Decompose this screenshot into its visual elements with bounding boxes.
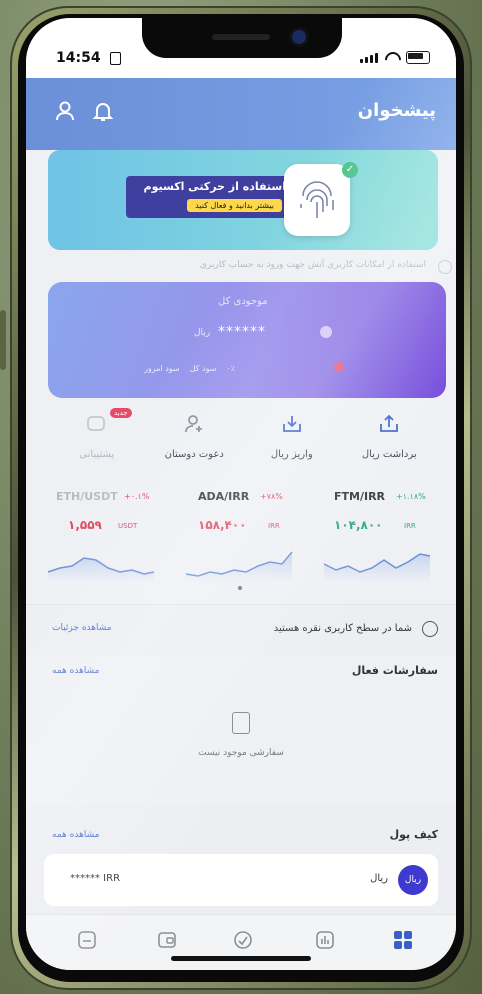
market-pair: FTM/IRR (334, 490, 386, 503)
balance-stats: سود امروز سود کل ۰٪ (144, 364, 235, 373)
action-label: دعوت دوستان (164, 449, 224, 460)
market-price: ۱۵۸,۴۰۰ (198, 518, 247, 532)
download-icon (282, 416, 301, 432)
dashboard-icon[interactable] (392, 929, 414, 951)
wallet-row-rial[interactable]: ریال ریال ****** IRR (44, 854, 438, 906)
speaker-grille (212, 34, 270, 40)
orders-empty-text: سفارشی موجود نیست (198, 748, 284, 758)
market-icon[interactable] (314, 929, 336, 951)
banner-note: استفاده از امکانات کاربری آتش جهت ورود ب… (66, 260, 452, 276)
phone-side-button (0, 310, 6, 370)
pager-dot (238, 586, 242, 590)
market-unit: IRR (268, 522, 280, 530)
market-ticker: FTM/IRR +۱.۱۸% ۱۰۴,۸۰۰ IRR ADA/IRR +۷۸% … (26, 484, 456, 592)
user-level-text: شما در سطح کاربری نقره هستید (273, 623, 412, 634)
market-unit: USDT (118, 522, 138, 530)
balance-card: موجودی کل ****** ریال سود امروز سود کل ۰… (48, 282, 446, 398)
home-indicator (171, 956, 311, 961)
phone-screen: 14:54 پیشخوان استفاده از حرکتی اکسیوم بی… (26, 18, 456, 970)
rial-coin-icon: ریال (398, 865, 428, 895)
battery-icon (406, 51, 430, 64)
market-card-ada[interactable]: ADA/IRR +۷۸% ۱۵۸,۴۰۰ IRR (176, 484, 306, 592)
action-label: واریز ریال (270, 449, 313, 460)
sparkline-ada (185, 551, 293, 582)
balance-stat: ۰٪ (226, 364, 235, 373)
balance-currency: ریال (194, 328, 211, 338)
action-label: برداشت ریال (361, 449, 417, 460)
action-invite[interactable]: دعوت دوستان (146, 410, 244, 466)
sim-icon (110, 52, 121, 65)
market-change: +۷۸% (260, 492, 283, 501)
active-orders-section: سفارشات فعال مشاهده همه سفارشی موجود نیس… (26, 654, 456, 804)
info-icon (422, 621, 438, 637)
signal-icon (360, 52, 378, 63)
promo-card: استفاده از حرکتی اکسیوم بیشتر بدانید و ف… (126, 176, 296, 218)
balance-stat: سود کل (189, 364, 217, 373)
check-icon: ✓ (342, 162, 358, 178)
wallet-view-all-link[interactable]: مشاهده همه (52, 830, 99, 840)
user-add-icon (185, 415, 203, 433)
level-details-link[interactable]: مشاهده جزئیات (52, 623, 112, 633)
info-icon (438, 260, 452, 274)
wallet-amount: ****** IRR (70, 873, 121, 884)
promo-banner[interactable]: استفاده از حرکتی اکسیوم بیشتر بدانید و ف… (48, 150, 438, 250)
market-price: ۱,۵۵۹ (68, 518, 102, 532)
sparkline-eth (47, 557, 155, 582)
market-card-eth[interactable]: ETH/USDT +۰.۱% ۱,۵۵۹ USDT (38, 484, 168, 592)
action-support[interactable]: جدید پشتیبانی (48, 408, 146, 466)
new-badge: جدید (110, 408, 132, 418)
market-change: +۱.۱۸% (396, 492, 426, 501)
document-icon (232, 712, 250, 734)
fingerprint-icon (300, 181, 334, 218)
chat-icon (86, 416, 105, 431)
eye-icon[interactable] (320, 326, 332, 338)
balance-label: موجودی کل (218, 296, 268, 307)
page-title: پیشخوان (357, 100, 436, 121)
sparkline-ftm (323, 553, 431, 582)
wallet-section: کیف پول مشاهده همه ریال ریال ****** IRR (26, 804, 456, 914)
promo-pill: بیشتر بدانید و فعال کنید (187, 199, 282, 212)
status-dot-icon (334, 362, 344, 372)
action-withdraw[interactable]: برداشت ریال (341, 410, 439, 466)
market-pair: ADA/IRR (198, 490, 250, 503)
user-level-bar[interactable]: شما در سطح کاربری نقره هستید مشاهده جزئی… (26, 604, 456, 655)
market-change: +۰.۱% (124, 492, 150, 501)
upload-icon (380, 414, 399, 432)
balance-value: ****** (218, 324, 266, 340)
market-price: ۱۰۴,۸۰۰ (334, 518, 383, 532)
notification-bell-icon[interactable] (90, 98, 116, 124)
wifi-icon (384, 52, 400, 63)
fingerprint-card (284, 164, 350, 236)
bottom-nav (26, 914, 456, 970)
wallet-coin-name: ریال (370, 873, 388, 884)
exchange-icon[interactable] (232, 929, 254, 951)
front-camera (292, 30, 306, 44)
wallet-icon[interactable] (156, 929, 178, 951)
action-deposit[interactable]: واریز ریال (243, 410, 341, 466)
active-orders-title: سفارشات فعال (351, 664, 438, 677)
wallet-title: کیف پول (389, 828, 438, 841)
status-time: 14:54 (56, 50, 101, 66)
promo-headline: استفاده از حرکتی اکسیوم (143, 180, 286, 193)
quick-actions: جدید پشتیبانی دعوت دوستان واریز ریال برد… (48, 408, 439, 466)
market-unit: IRR (404, 522, 416, 530)
app-header: پیشخوان (26, 78, 456, 150)
phone-notch (142, 18, 342, 58)
orders-view-all-link[interactable]: مشاهده همه (52, 666, 99, 676)
history-icon[interactable] (76, 929, 98, 951)
banner-note-text: استفاده از امکانات کاربری آتش جهت ورود ب… (199, 260, 426, 270)
market-pair: ETH/USDT (56, 490, 118, 503)
market-card-ftm[interactable]: FTM/IRR +۱.۱۸% ۱۰۴,۸۰۰ IRR (314, 484, 444, 592)
profile-icon[interactable] (52, 98, 78, 124)
action-label: پشتیبانی (79, 449, 115, 460)
balance-stat: سود امروز (144, 364, 180, 373)
